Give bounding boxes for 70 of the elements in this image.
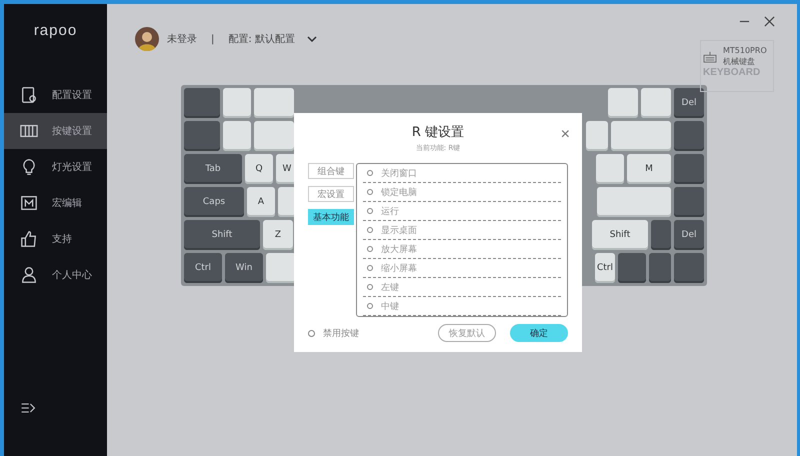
- close-icon[interactable]: [764, 16, 775, 27]
- close-button[interactable]: ×: [560, 127, 570, 143]
- reset-button[interactable]: 恢复默认: [438, 324, 496, 342]
- disable-key-radio[interactable]: 禁用按键: [308, 326, 359, 340]
- thumbs-up-icon: [20, 230, 38, 248]
- user-icon: [20, 266, 38, 284]
- keyboard-key[interactable]: A: [247, 187, 275, 217]
- keyboard-key[interactable]: Shift: [184, 220, 260, 250]
- keyboard-key[interactable]: Z: [263, 220, 293, 250]
- list-item[interactable]: 锁定电脑: [363, 183, 561, 202]
- keyboard-key[interactable]: [608, 88, 638, 118]
- tab[interactable]: 组合键: [308, 163, 354, 179]
- keyboard-key[interactable]: [597, 187, 671, 217]
- keyboard-key[interactable]: [651, 220, 671, 250]
- logo: rapoo: [32, 22, 78, 39]
- list-item[interactable]: 中键: [363, 297, 561, 316]
- keyboard-key[interactable]: [254, 121, 294, 151]
- login-status[interactable]: 未登录: [167, 32, 197, 46]
- tab[interactable]: 宏设置: [308, 186, 354, 202]
- keyboard-key[interactable]: Ctrl: [595, 253, 615, 283]
- keyboard-key[interactable]: [611, 121, 671, 151]
- keyboard-key[interactable]: [586, 121, 608, 151]
- keyboard-icon: [703, 51, 717, 63]
- keyboard-key[interactable]: [184, 88, 220, 118]
- keyboard-key[interactable]: [184, 121, 220, 151]
- keyboard-key[interactable]: Del: [674, 220, 704, 250]
- keyboard-key[interactable]: Shift: [592, 220, 648, 250]
- keyboard-key[interactable]: [641, 88, 671, 118]
- sidebar-item[interactable]: 支持: [4, 221, 107, 257]
- list-item[interactable]: 运行: [363, 202, 561, 221]
- keyboard-icon: [20, 122, 38, 140]
- device-type: 机械键盘: [723, 56, 756, 67]
- keyboard-key[interactable]: [596, 154, 624, 184]
- sidebar-item[interactable]: 宏编辑: [4, 185, 107, 221]
- chevron-down-icon[interactable]: [306, 36, 317, 42]
- list-item[interactable]: 关闭窗口: [363, 164, 561, 183]
- keyboard-key[interactable]: [223, 121, 251, 151]
- keyboard-key[interactable]: Win: [225, 253, 263, 283]
- tab[interactable]: 基本功能: [308, 209, 354, 225]
- list-item[interactable]: 放大屏幕: [363, 240, 561, 259]
- keyboard-key[interactable]: Del: [674, 88, 704, 118]
- keyboard-key[interactable]: [649, 253, 671, 283]
- document-icon: [20, 86, 38, 104]
- keyboard-key[interactable]: [223, 88, 251, 118]
- keyboard-key[interactable]: [674, 121, 704, 151]
- keyboard-key[interactable]: Q: [245, 154, 273, 184]
- sidebar-item[interactable]: 个人中心: [4, 257, 107, 293]
- monitor-icon: [20, 194, 38, 212]
- dialog-title: R 键设置: [412, 124, 464, 141]
- keyboard-key[interactable]: [674, 187, 704, 217]
- avatar[interactable]: [135, 27, 159, 51]
- keyboard-key[interactable]: [674, 154, 704, 184]
- separator: |: [211, 34, 214, 44]
- keyboard-key[interactable]: Ctrl: [184, 253, 222, 283]
- list-item[interactable]: 缩小屏幕: [363, 259, 561, 278]
- keyboard-key[interactable]: Tab: [184, 154, 242, 184]
- keyboard-key[interactable]: [254, 88, 294, 118]
- sidebar-item[interactable]: 灯光设置: [4, 149, 107, 185]
- list-item[interactable]: 显示桌面: [363, 221, 561, 240]
- confirm-button[interactable]: 确定: [510, 324, 568, 342]
- profile-selector[interactable]: 配置: 默认配置: [228, 32, 295, 46]
- sidebar-item[interactable]: 配置设置: [4, 77, 107, 113]
- list-item[interactable]: 左键: [363, 278, 561, 297]
- keyboard-key[interactable]: [674, 253, 704, 283]
- keyboard-key[interactable]: Caps: [184, 187, 244, 217]
- device-model: MT510PRO: [723, 45, 768, 56]
- sidebar-item[interactable]: 按键设置: [4, 113, 107, 149]
- keyboard-key[interactable]: M: [627, 154, 671, 184]
- keyboard-key[interactable]: [266, 253, 296, 283]
- keyboard-key[interactable]: [618, 253, 646, 283]
